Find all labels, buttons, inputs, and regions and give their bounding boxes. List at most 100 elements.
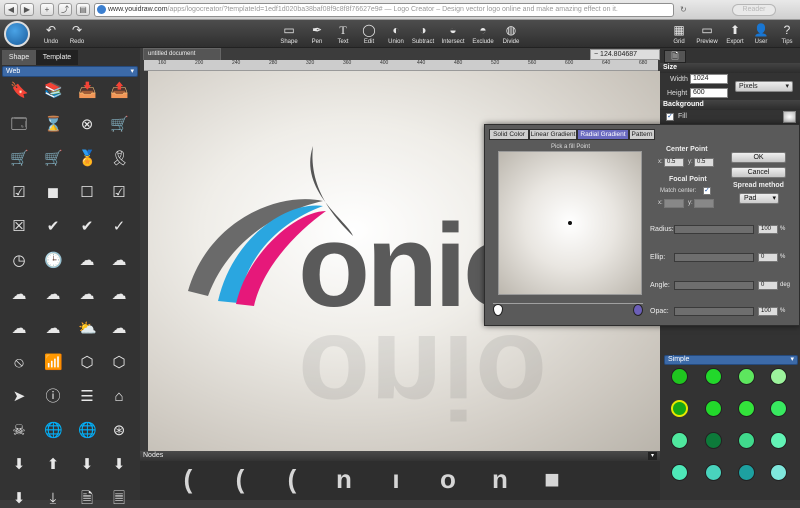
- books-icon[interactable]: 📚: [44, 82, 63, 100]
- cart-full-icon[interactable]: 🛒: [10, 150, 29, 168]
- reload-icon[interactable]: ↻: [680, 5, 687, 14]
- ribbon-award-icon[interactable]: 🎗: [110, 150, 129, 168]
- cloud-download-icon[interactable]: ☁: [10, 286, 28, 304]
- color-swatch[interactable]: [738, 400, 755, 417]
- close-square-icon[interactable]: ☒: [10, 218, 28, 236]
- node-thumbnail[interactable]: ■: [529, 462, 575, 498]
- html5-icon[interactable]: ⬡: [78, 354, 96, 372]
- color-swatch[interactable]: [705, 400, 722, 417]
- color-swatch[interactable]: [770, 368, 787, 385]
- browser-window-icon[interactable]: 🗔: [10, 116, 28, 134]
- subtract-button[interactable]: ◑ Subtract: [408, 22, 438, 48]
- ellip-slider[interactable]: [674, 253, 754, 262]
- globe-icon[interactable]: 🌐: [44, 422, 63, 440]
- clock-outline-icon[interactable]: ◷: [10, 252, 28, 270]
- ellip-input[interactable]: 0: [758, 253, 778, 262]
- globe-grid-icon[interactable]: 🌐: [78, 422, 97, 440]
- unit-select[interactable]: Pixels ▾: [735, 81, 793, 92]
- width-input[interactable]: 1024: [690, 74, 728, 84]
- shape-tool-button[interactable]: ▭ Shape: [274, 22, 304, 48]
- award-badge-icon[interactable]: 🏅: [78, 150, 97, 168]
- css3-icon[interactable]: ⬡: [110, 354, 128, 372]
- zoom-minus-icon[interactable]: −: [594, 51, 598, 58]
- compass-icon[interactable]: ⦸: [10, 354, 28, 372]
- node-thumbnail[interactable]: (: [165, 462, 211, 498]
- intersect-button[interactable]: ◒ Intersect: [438, 22, 468, 48]
- wifi-icon[interactable]: 📶: [44, 354, 63, 372]
- app-logo-icon[interactable]: [4, 21, 30, 47]
- match-center-checkbox[interactable]: ✓: [703, 187, 711, 195]
- zoom-field[interactable]: − 124.804687: [590, 49, 660, 60]
- node-thumbnail[interactable]: n: [477, 462, 523, 498]
- fill-swatch[interactable]: [783, 111, 796, 123]
- grid-button[interactable]: ▦ Grid: [664, 22, 694, 48]
- cloud-refresh-icon[interactable]: ☁: [110, 252, 128, 270]
- redo-button[interactable]: ↷ Redo: [62, 22, 92, 48]
- color-swatch[interactable]: [671, 464, 688, 481]
- forward-button[interactable]: ▶: [20, 3, 34, 16]
- close-circle-icon[interactable]: ⊗: [78, 116, 96, 134]
- focal-y-input[interactable]: [694, 199, 714, 208]
- clock-icon[interactable]: 🕒: [44, 252, 63, 270]
- cloud-heart-icon[interactable]: ☁: [110, 286, 128, 304]
- tab-radial-gradient[interactable]: Radial Gradient: [577, 129, 629, 140]
- checkbox-icon[interactable]: ☑: [110, 184, 128, 202]
- stop-square-icon[interactable]: ◼: [44, 184, 62, 202]
- spread-method-select[interactable]: Pad ▾: [739, 193, 779, 204]
- color-swatch[interactable]: [671, 432, 688, 449]
- cursor-icon[interactable]: ➤: [10, 388, 28, 406]
- color-swatch[interactable]: [705, 368, 722, 385]
- document-tab[interactable]: untitled document: [143, 48, 221, 60]
- shape-category-select[interactable]: Web ▾: [2, 66, 138, 77]
- inbox-upload-icon[interactable]: 📤: [110, 82, 129, 100]
- download-line-icon[interactable]: ⤓: [44, 490, 62, 508]
- height-input[interactable]: 600: [690, 88, 728, 98]
- angle-slider[interactable]: [674, 281, 754, 290]
- color-swatch[interactable]: [671, 400, 688, 417]
- inbox-download-icon[interactable]: 📥: [78, 82, 97, 100]
- cloud-small-icon[interactable]: ☁: [78, 286, 96, 304]
- gradient-stop-purple-icon[interactable]: [633, 304, 643, 316]
- center-x-input[interactable]: 0.5: [664, 158, 684, 167]
- radius-input[interactable]: 100: [758, 225, 778, 234]
- document-icon[interactable]: 🗎: [78, 490, 96, 508]
- radius-slider[interactable]: [674, 225, 754, 234]
- node-thumbnail[interactable]: ı: [373, 462, 419, 498]
- cart-add-icon[interactable]: 🛒: [44, 150, 63, 168]
- node-thumbnail[interactable]: o: [425, 462, 471, 498]
- home-icon[interactable]: ⌂: [110, 388, 128, 406]
- address-bar[interactable]: www.youidraw.com/apps/logocreator/?templ…: [94, 3, 674, 17]
- angle-input[interactable]: 0: [758, 281, 778, 290]
- download-box-icon[interactable]: ⬇: [78, 456, 96, 474]
- color-swatch[interactable]: [738, 432, 755, 449]
- ok-button[interactable]: OK: [731, 152, 786, 163]
- reader-button[interactable]: Reader: [732, 4, 776, 16]
- color-swatch[interactable]: [770, 464, 787, 481]
- dribbble-icon[interactable]: ⊛: [110, 422, 128, 440]
- center-point-handle[interactable]: [567, 220, 573, 226]
- upload-tray-icon[interactable]: ⬆: [44, 456, 62, 474]
- list-icon[interactable]: ☰: [78, 388, 96, 406]
- share-button[interactable]: ⤴: [58, 3, 72, 16]
- divide-button[interactable]: ◍ Divide: [496, 22, 526, 48]
- cloud-flat-icon[interactable]: ☁: [110, 320, 128, 338]
- check-thin-icon[interactable]: ✓: [110, 218, 128, 236]
- back-button[interactable]: ◀: [4, 3, 18, 16]
- skull-icon[interactable]: ☠: [10, 422, 28, 440]
- node-thumbnail[interactable]: n: [321, 462, 367, 498]
- tab-solid-color[interactable]: Solid Color: [489, 129, 529, 140]
- exclude-button[interactable]: ◓ Exclude: [468, 22, 498, 48]
- color-swatch[interactable]: [738, 464, 755, 481]
- color-swatch[interactable]: [705, 464, 722, 481]
- fill-checkbox[interactable]: ✓: [666, 113, 674, 121]
- hourglass-icon[interactable]: ⌛: [44, 116, 63, 134]
- tab-pattern[interactable]: Pattern: [629, 129, 655, 140]
- tab-linear-gradient[interactable]: Linear Gradient: [529, 129, 577, 140]
- cart-icon[interactable]: 🛒: [110, 116, 129, 134]
- preview-button[interactable]: ▭ Preview: [692, 22, 722, 48]
- download-arrow-icon[interactable]: ⬇: [110, 456, 128, 474]
- color-swatch[interactable]: [738, 368, 755, 385]
- cloud-icon[interactable]: ☁: [78, 252, 96, 270]
- center-y-input[interactable]: 0.5: [694, 158, 714, 167]
- cloud-sync-icon[interactable]: ☁: [44, 320, 62, 338]
